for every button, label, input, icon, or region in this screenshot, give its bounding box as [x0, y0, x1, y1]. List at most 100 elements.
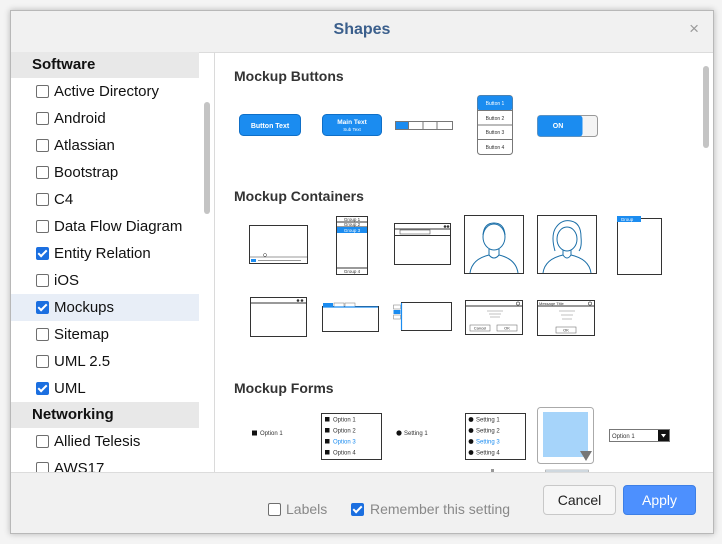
shape-checkbox-group[interactable]: Option 1 Option 2 Option 3 Option 4 — [321, 413, 383, 461]
shape-radio-group[interactable]: Setting 1 Setting 2 Setting 3 Setting 4 — [465, 413, 527, 461]
shape-vertical-button-group[interactable]: Button 1 Button 2 Button 3 Button 4 — [477, 95, 513, 155]
shape-color-picker[interactable] — [536, 406, 596, 466]
library-item[interactable]: Active Directory — [11, 78, 199, 105]
shape-horizontal-tab-bar[interactable] — [322, 302, 380, 333]
library-checkbox[interactable] — [36, 193, 49, 206]
shape-toggle-label: ON — [553, 123, 564, 130]
shape-partial-item — [545, 469, 589, 472]
shape-main-text: Main Text — [337, 119, 367, 126]
library-item-label: Entity Relation — [54, 245, 151, 262]
shapes-dialog: Shapes × Software Active Directory Android… — [10, 10, 714, 534]
shape-combo-box[interactable]: Option 1 — [609, 429, 671, 443]
group-title-mockup-buttons: Mockup Buttons — [234, 68, 344, 84]
library-item[interactable]: Mockups — [11, 294, 199, 321]
shape-button-with-subtext[interactable]: Main Text Sub Text — [322, 114, 382, 136]
library-item-label: Mockups — [54, 299, 115, 316]
group-title-mockup-containers: Mockup Containers — [234, 188, 364, 204]
main-scrollbar[interactable] — [699, 52, 713, 472]
shape-accordion-group-2: Group 2 — [344, 222, 361, 227]
library-item[interactable]: Allied Telesis — [11, 428, 199, 455]
shape-radio-label: Setting 1 — [404, 431, 428, 437]
shape-user-male-avatar[interactable] — [464, 215, 525, 275]
library-item-label: Android — [54, 110, 106, 127]
group-title-mockup-forms: Mockup Forms — [234, 380, 334, 396]
dialog-title: Shapes — [333, 21, 391, 38]
shape-radio-setting-2: Setting 2 — [476, 429, 500, 435]
shape-checkbox-option-1: Option 1 — [333, 418, 356, 424]
library-item[interactable]: Android — [11, 105, 199, 132]
shape-vertical-tab-bar[interactable] — [393, 302, 453, 333]
shape-button-4-label: Button 4 — [486, 145, 505, 151]
shape-preview-panel: Mockup Buttons Button Text Main Text Sub… — [215, 52, 713, 472]
shape-sub-text: Sub Text — [343, 127, 361, 132]
shape-message-ok-label: OK — [563, 328, 569, 333]
shape-dialog-ok-label: OK — [504, 326, 510, 331]
shape-accordion[interactable]: Group 1 Group 2 Group 3 Group 4 — [336, 216, 369, 276]
library-checkbox[interactable] — [36, 462, 49, 472]
shape-window[interactable] — [250, 297, 308, 338]
shape-user-female-avatar[interactable] — [537, 215, 598, 275]
shape-group-box[interactable]: Group — [616, 216, 663, 276]
shape-alert-dialog[interactable]: Cancel OK — [465, 300, 524, 336]
library-checkbox[interactable] — [36, 328, 49, 341]
library-item-label: Allied Telesis — [54, 433, 141, 450]
library-item[interactable]: UML 2.5 — [11, 348, 199, 375]
shape-checkbox-option-4: Option 4 — [333, 451, 356, 457]
sidebar-scrollbar-thumb[interactable] — [204, 102, 210, 214]
library-item[interactable]: Data Flow Diagram — [11, 213, 199, 240]
main-scrollbar-thumb[interactable] — [703, 66, 709, 148]
shape-button[interactable]: Button Text — [239, 114, 301, 136]
library-item-label: Bootstrap — [54, 164, 119, 181]
library-item[interactable]: Atlassian — [11, 132, 199, 159]
section-heading: Software — [11, 52, 199, 78]
library-checkbox[interactable] — [36, 166, 49, 179]
library-checkbox[interactable] — [36, 220, 49, 233]
library-checkbox[interactable] — [36, 112, 49, 125]
library-checkbox[interactable] — [36, 382, 49, 395]
library-item-label: Sitemap — [54, 326, 110, 343]
shape-checkbox[interactable]: Option 1 — [251, 427, 293, 439]
library-item-label: UML 2.5 — [54, 353, 111, 370]
remember-setting-label: Remember this setting — [370, 501, 511, 517]
library-item-label: Atlassian — [54, 137, 115, 154]
shape-browser-window[interactable] — [394, 223, 452, 266]
shape-button-2-label: Button 2 — [486, 116, 505, 122]
shape-button-1-label: Button 1 — [486, 101, 505, 107]
library-checkbox[interactable] — [36, 301, 49, 314]
library-item-label: UML — [54, 380, 86, 397]
close-icon[interactable]: × — [689, 19, 699, 39]
library-item[interactable]: C4 — [11, 186, 199, 213]
library-checkbox[interactable] — [36, 247, 49, 260]
shape-message-box[interactable]: Message Title OK — [537, 300, 596, 337]
shape-toggle-switch[interactable]: ON — [537, 115, 598, 137]
library-item[interactable]: Entity Relation — [11, 240, 199, 267]
library-item[interactable]: Bootstrap — [11, 159, 199, 186]
labels-label: Labels — [286, 501, 328, 517]
library-checkbox[interactable] — [36, 274, 49, 287]
library-item[interactable]: iOS — [11, 267, 199, 294]
apply-button[interactable]: Apply — [623, 485, 696, 515]
remember-setting-checkbox[interactable] — [351, 503, 364, 516]
library-item[interactable]: AWS17 — [11, 455, 199, 472]
section-heading: Networking — [11, 402, 199, 428]
shape-horizontal-button-bar[interactable] — [395, 121, 453, 130]
library-item[interactable]: Sitemap — [11, 321, 199, 348]
library-checkbox[interactable] — [36, 85, 49, 98]
shape-radio-button[interactable]: Setting 1 — [395, 427, 439, 439]
library-checkbox[interactable] — [36, 139, 49, 152]
shape-checkbox-option-2: Option 2 — [333, 429, 356, 435]
sidebar-scrollbar[interactable] — [200, 52, 214, 472]
library-checkbox[interactable] — [36, 355, 49, 368]
library-item-label: C4 — [54, 191, 74, 208]
library-checkbox[interactable] — [36, 435, 49, 448]
labels-checkbox[interactable] — [268, 503, 281, 516]
dialog-footer: Labels Remember this setting Cancel Appl… — [11, 472, 713, 533]
library-item-label: Data Flow Diagram — [54, 218, 183, 235]
shape-button-label: Button Text — [251, 123, 290, 130]
shape-video-player[interactable] — [249, 225, 309, 265]
library-item[interactable]: UML — [11, 375, 199, 402]
cancel-button[interactable]: Cancel — [543, 485, 616, 515]
dialog-header: Shapes × — [11, 11, 713, 53]
shape-checkbox-label: Option 1 — [260, 431, 283, 437]
shape-library-sidebar: Software Active Directory Android Atlassian… — [11, 52, 215, 472]
